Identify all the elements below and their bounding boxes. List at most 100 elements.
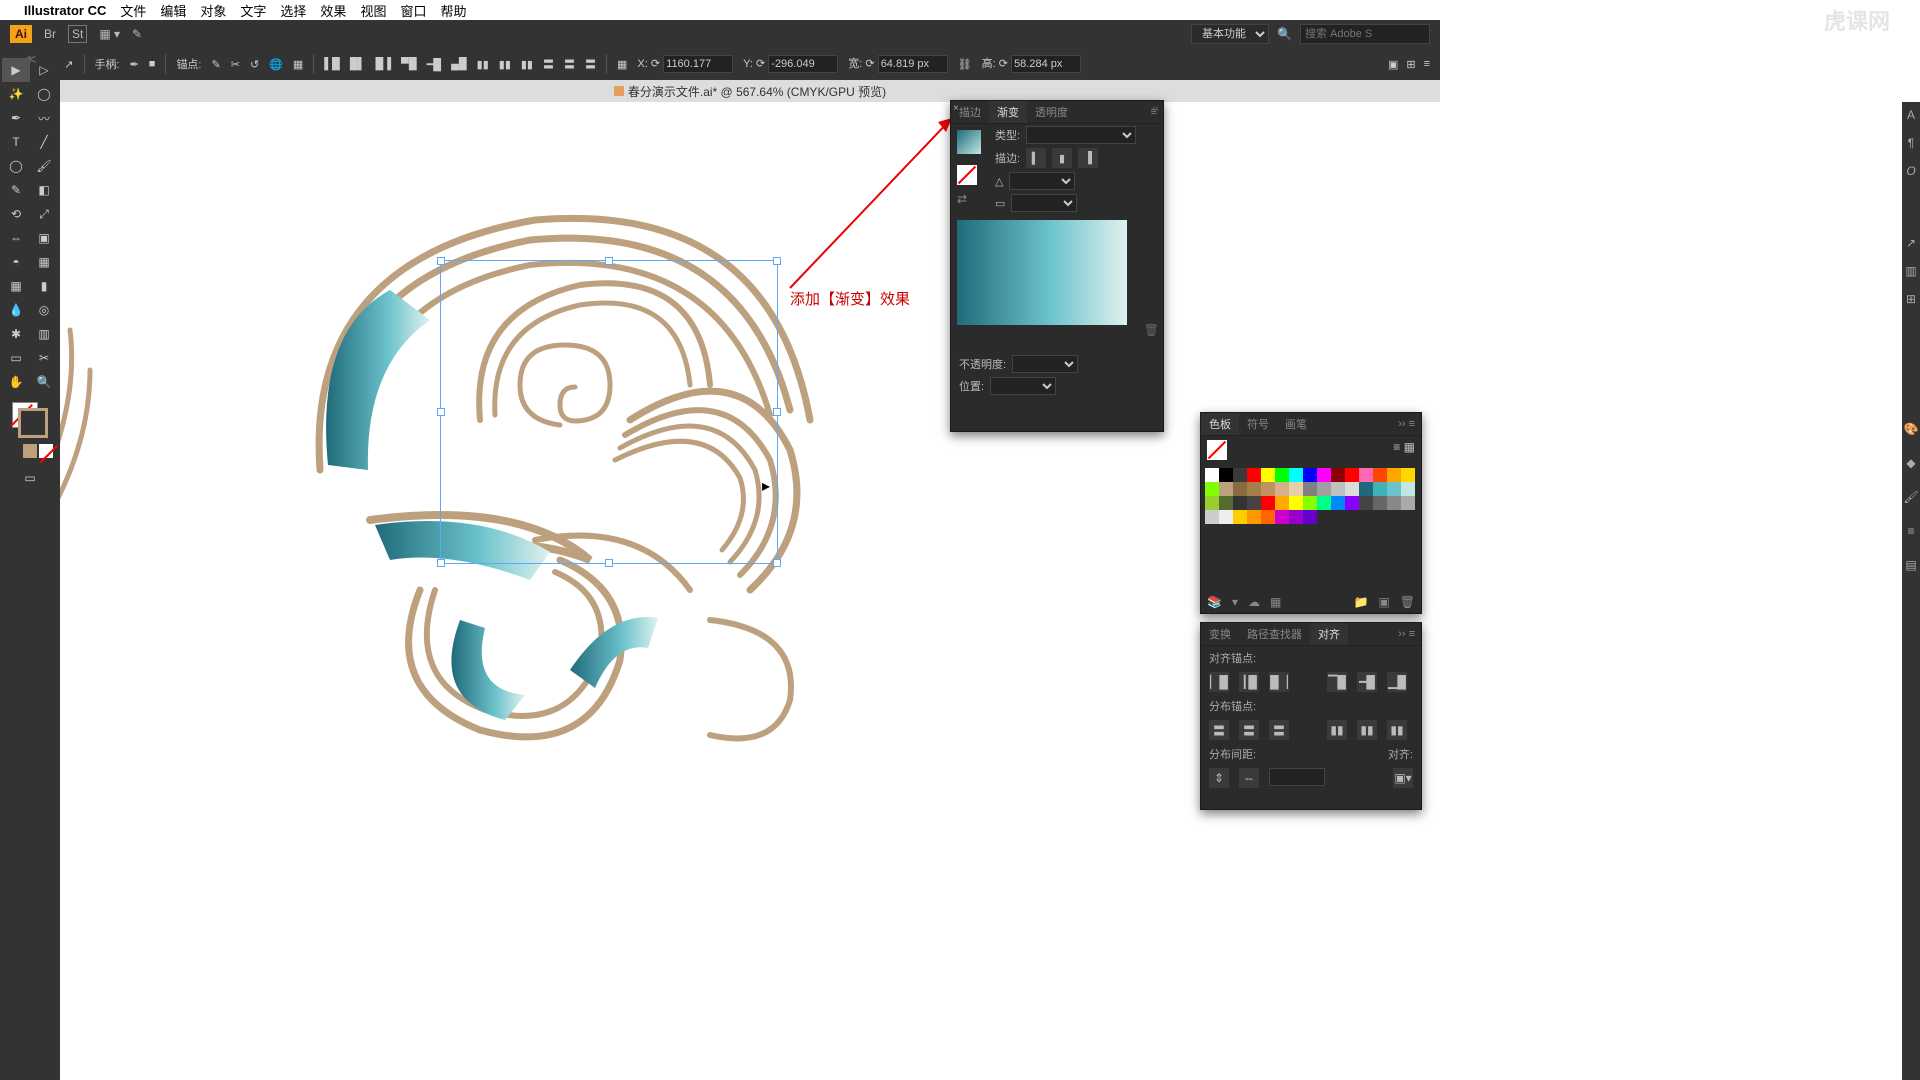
distribute-h2-icon[interactable]: ▮▮	[499, 58, 511, 71]
menu-help[interactable]: 帮助	[440, 1, 466, 20]
align-bottom-icon[interactable]: ▄█	[451, 58, 467, 70]
slice-tool-icon[interactable]: ✂	[30, 346, 58, 370]
menu-file[interactable]: 文件	[120, 1, 146, 20]
workspace-selector[interactable]: 基本功能	[1191, 24, 1269, 44]
distribute-h1-icon[interactable]: ▮▮	[477, 58, 489, 71]
new-folder-icon[interactable]: 📁	[1353, 595, 1368, 609]
swatch-cell[interactable]	[1247, 482, 1261, 496]
swatch-cell[interactable]	[1205, 510, 1219, 524]
screen-mode-icon[interactable]: ▭	[16, 466, 44, 490]
menu-object[interactable]: 对象	[200, 1, 226, 20]
link-icon2[interactable]: ⟳	[756, 58, 765, 70]
gradient-location-input[interactable]	[990, 377, 1056, 395]
tab-transparency[interactable]: 透明度	[1027, 101, 1076, 123]
align-hcenter-btn[interactable]: ┃█	[1239, 672, 1259, 692]
stock-icon[interactable]: St	[68, 25, 87, 43]
swatch-cell[interactable]	[1219, 496, 1233, 510]
convert-anchor-smooth-icon[interactable]: ↗	[64, 58, 73, 71]
swatch-cell[interactable]	[1359, 468, 1373, 482]
color-panel-icon[interactable]: 🎨	[1904, 422, 1919, 436]
globe-icon[interactable]: 🌐	[269, 58, 283, 71]
swatch-cell[interactable]	[1275, 496, 1289, 510]
panel-collapse-icon-2[interactable]: ›› ≡	[1392, 628, 1421, 640]
document-tab[interactable]: 春分演示文件.ai* @ 567.64% (CMYK/GPU 预览)	[60, 80, 1440, 102]
swatch-cell[interactable]	[1317, 482, 1331, 496]
swatch-cell[interactable]	[1261, 468, 1275, 482]
show-kinds-icon[interactable]: ▾	[1232, 595, 1238, 609]
list-view-icon[interactable]: ≡	[1393, 440, 1400, 454]
arrange-docs-icon[interactable]: ▦ ▾	[99, 27, 120, 41]
stroke-along-icon[interactable]: ▮	[1052, 148, 1072, 168]
swatch-cell[interactable]	[1303, 482, 1317, 496]
align-left-icon[interactable]: ▌█	[324, 58, 340, 70]
stroke-within-icon[interactable]: ▍	[1026, 148, 1046, 168]
swatch-libraries-icon[interactable]: 📚	[1207, 595, 1222, 609]
distribute-h3-icon[interactable]: ▮▮	[521, 58, 533, 71]
x-input[interactable]	[663, 55, 733, 73]
link-icon[interactable]: ⟳	[651, 58, 660, 70]
delete-stop-icon[interactable]: 🗑	[1144, 323, 1159, 337]
gradient-preview[interactable]	[957, 220, 1127, 325]
swatch-cell[interactable]	[1373, 468, 1387, 482]
swatch-cell[interactable]	[1317, 468, 1331, 482]
h-input[interactable]	[1011, 55, 1081, 73]
swatches-panel-icon[interactable]: ◆	[1906, 456, 1915, 470]
ellipse-tool-icon[interactable]: ◯	[2, 154, 30, 178]
gradient-aspect-input[interactable]	[1011, 194, 1077, 212]
swatch-cell[interactable]	[1233, 482, 1247, 496]
swatch-cell[interactable]	[1387, 496, 1401, 510]
w-input[interactable]	[878, 55, 948, 73]
swatch-cell[interactable]	[1303, 510, 1317, 524]
swatch-cell[interactable]	[1345, 496, 1359, 510]
eyedropper-tool-icon[interactable]: 💧	[2, 298, 30, 322]
grid-view-icon[interactable]: ▦	[1404, 440, 1415, 454]
lasso-tool-icon[interactable]: ◯	[30, 82, 58, 106]
distribute-v3-icon[interactable]: 〓	[585, 56, 596, 72]
swatch-cell[interactable]	[1261, 510, 1275, 524]
delete-swatch-icon[interactable]: 🗑	[1400, 595, 1415, 609]
menu-window[interactable]: 窗口	[400, 1, 426, 20]
align-right-btn[interactable]: █▕	[1269, 672, 1289, 692]
opentype-panel-icon[interactable]: O	[1906, 164, 1915, 178]
stroke-panel-icon[interactable]: ≡	[1907, 524, 1914, 538]
dist-left-btn[interactable]: ▮▮	[1327, 720, 1347, 740]
gradient-swatch[interactable]	[957, 130, 981, 154]
dist-right-btn[interactable]: ▮▮	[1387, 720, 1407, 740]
swatch-cell[interactable]	[1331, 468, 1345, 482]
swatch-cell[interactable]	[1359, 496, 1373, 510]
swatch-cell[interactable]	[1331, 496, 1345, 510]
align-top-btn[interactable]: ▔█	[1327, 672, 1347, 692]
swatch-cell[interactable]	[1219, 468, 1233, 482]
export-panel-icon[interactable]: ↗	[1906, 236, 1916, 250]
swatch-cell[interactable]	[1261, 482, 1275, 496]
swatch-cell[interactable]	[1387, 482, 1401, 496]
distribute-v2-icon[interactable]: 〓	[564, 56, 575, 72]
constrain-icon[interactable]: ⛓	[958, 58, 972, 71]
swatch-cell[interactable]	[1205, 482, 1219, 496]
color-mode-none[interactable]	[39, 444, 53, 458]
rotate-tool-icon[interactable]: ⟲	[2, 202, 30, 226]
swatch-cell[interactable]	[1359, 482, 1373, 496]
eraser-tool-icon[interactable]: ◧	[30, 178, 58, 202]
spacing-input[interactable]	[1269, 768, 1325, 786]
width-tool-icon[interactable]: ⇔	[2, 226, 30, 250]
link-icon4[interactable]: ⟳	[999, 58, 1008, 70]
y-input[interactable]	[768, 55, 838, 73]
align-left-btn[interactable]: ▏█	[1209, 672, 1229, 692]
scale-tool-icon[interactable]: ⤢	[30, 202, 58, 226]
bridge-icon[interactable]: Br	[44, 27, 56, 41]
stroke-swatch[interactable]	[18, 408, 48, 438]
reverse-gradient-icon[interactable]: ⇄	[957, 192, 967, 206]
swatch-cell[interactable]	[1219, 510, 1233, 524]
direct-selection-tool-icon[interactable]: ▷	[30, 58, 58, 82]
new-color-group-icon[interactable]: ▦	[1270, 595, 1281, 609]
swatch-cell[interactable]	[1345, 468, 1359, 482]
crop-image-icon[interactable]: ▦	[293, 58, 303, 71]
anchor-connect-icon[interactable]: ↺	[250, 58, 259, 71]
swatch-cell[interactable]	[1373, 496, 1387, 510]
align-top-icon[interactable]: ▀█	[401, 58, 417, 70]
tab-swatches[interactable]: 色板	[1201, 413, 1239, 435]
swatch-cell[interactable]	[1275, 510, 1289, 524]
libraries-panel-icon[interactable]: ▥	[1905, 264, 1916, 278]
reference-point-icon[interactable]: ▦	[617, 58, 627, 71]
